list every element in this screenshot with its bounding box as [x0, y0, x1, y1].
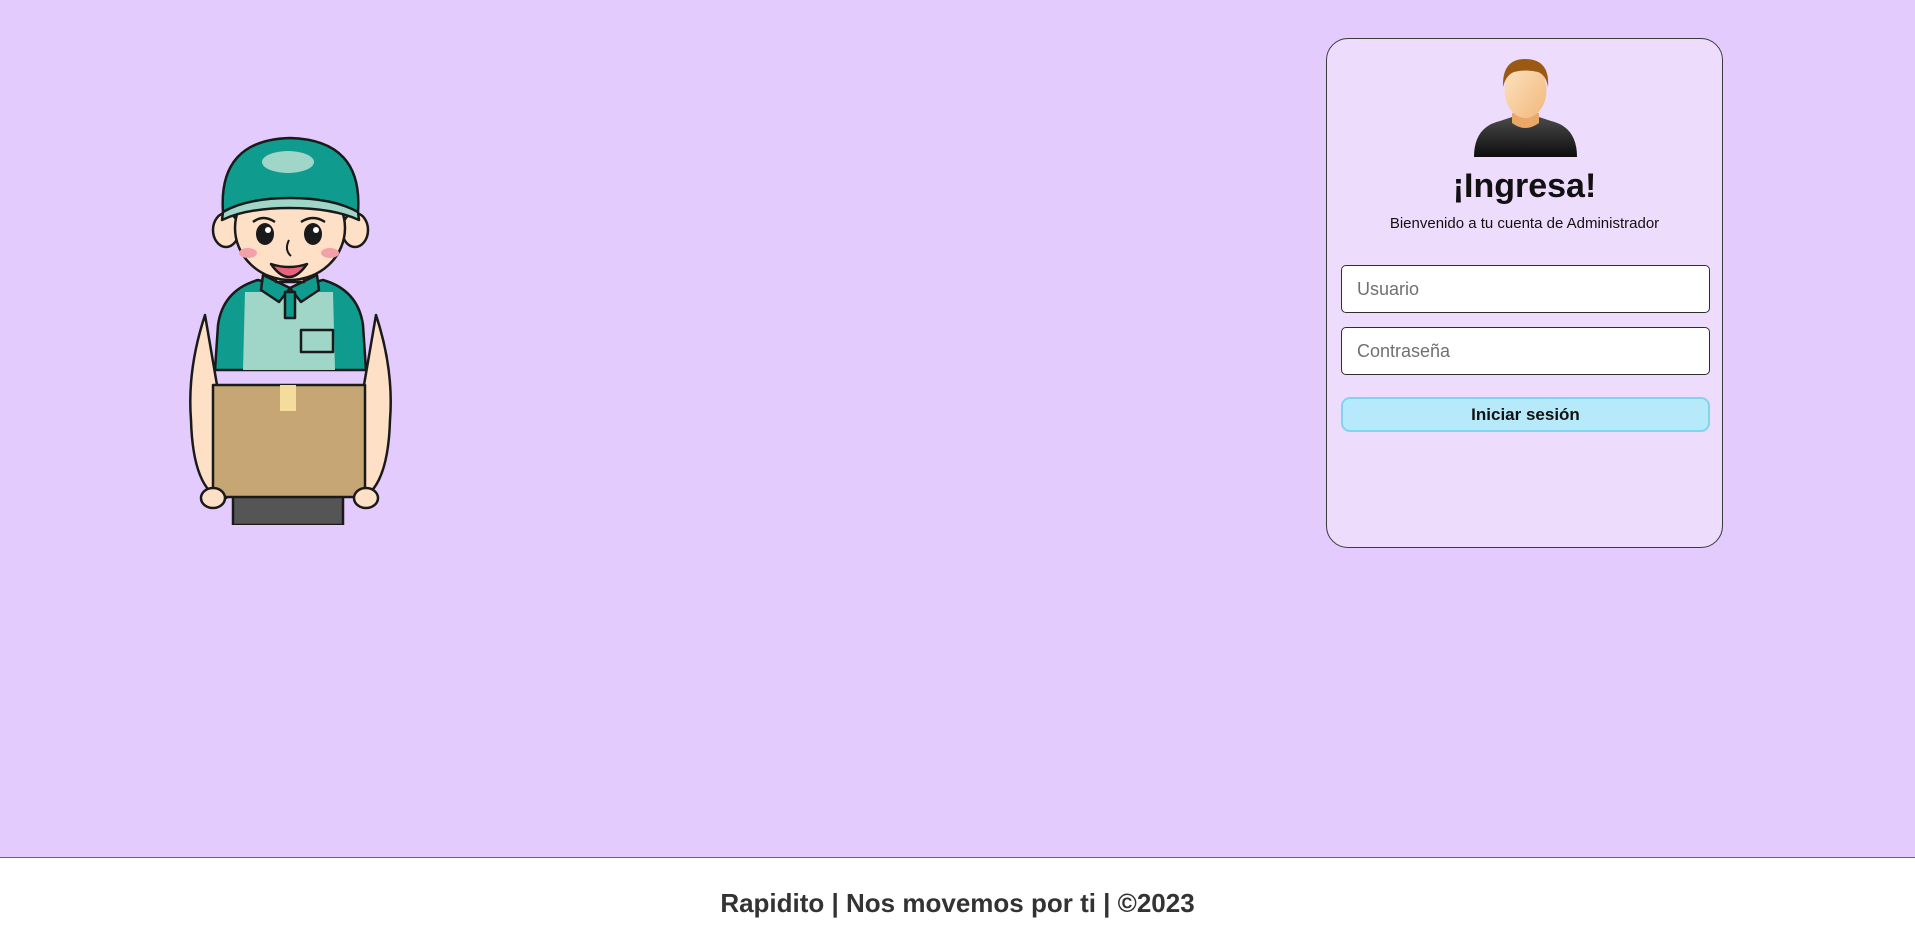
- footer: Rapidito | Nos movemos por ti | ©2023: [0, 857, 1915, 928]
- user-avatar-icon: [1474, 59, 1577, 157]
- login-subtitle: Bienvenido a tu cuenta de Administrador: [1389, 215, 1660, 232]
- username-input[interactable]: [1341, 265, 1710, 313]
- main-area: ¡Ingresa! Bienvenido a tu cuenta de Admi…: [0, 0, 1915, 857]
- footer-text: Rapidito | Nos movemos por ti | ©2023: [720, 888, 1195, 918]
- login-card: ¡Ingresa! Bienvenido a tu cuenta de Admi…: [1326, 38, 1723, 548]
- login-button[interactable]: Iniciar sesión: [1341, 397, 1710, 432]
- password-input[interactable]: [1341, 327, 1710, 375]
- delivery-person-illustration: [189, 136, 392, 525]
- page-title: ¡Ingresa!: [1452, 167, 1597, 205]
